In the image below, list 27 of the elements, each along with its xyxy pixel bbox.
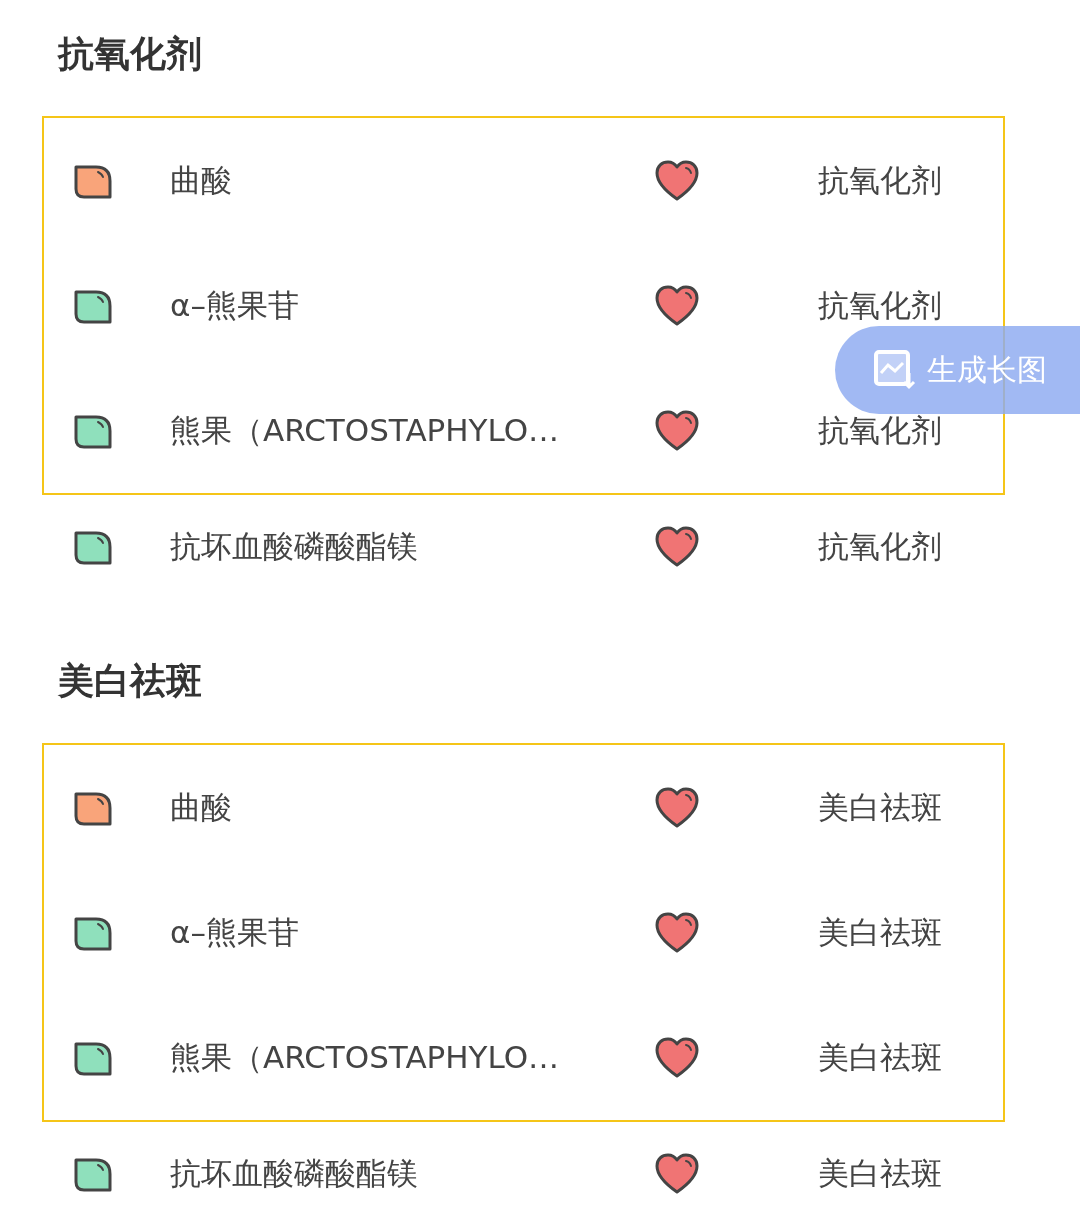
category-label: 美白祛斑 <box>818 912 942 952</box>
heart-icon[interactable] <box>654 409 700 452</box>
ingredient-name: α–熊果苷 <box>170 285 300 325</box>
heart-icon[interactable] <box>654 526 700 568</box>
category-label: 美白祛斑 <box>818 787 942 827</box>
heart-icon[interactable] <box>654 284 700 327</box>
heart-icon[interactable] <box>654 159 700 202</box>
heart-icon[interactable] <box>654 786 700 829</box>
ingredient-name: α–熊果苷 <box>170 912 300 952</box>
section-title: 美白祛斑 <box>57 659 203 703</box>
category-label: 抗氧化剂 <box>818 527 942 566</box>
section-title: 抗氧化剂 <box>56 32 203 76</box>
category-label: 抗氧化剂 <box>818 285 942 325</box>
ingredient-name: 熊果（ARCTOSTAPHYLO… <box>170 1037 561 1077</box>
heart-icon[interactable] <box>654 911 700 954</box>
long-image-floating-button[interactable]: 生成长图 <box>835 326 1080 414</box>
ingredient-name: 曲酸 <box>170 787 233 827</box>
heart-icon[interactable] <box>654 1036 700 1079</box>
image-icon <box>873 349 917 391</box>
ingredient-name: 抗坏血酸磷酸酯镁 <box>170 527 419 566</box>
heart-icon[interactable] <box>654 1153 700 1195</box>
ingredient-name: 曲酸 <box>170 160 233 200</box>
category-label: 美白祛斑 <box>818 1154 942 1193</box>
category-label: 美白祛斑 <box>818 1037 942 1077</box>
category-label: 抗氧化剂 <box>818 160 942 200</box>
ingredient-name: 抗坏血酸磷酸酯镁 <box>170 1154 419 1193</box>
ingredient-name: 熊果（ARCTOSTAPHYLO… <box>170 410 561 450</box>
